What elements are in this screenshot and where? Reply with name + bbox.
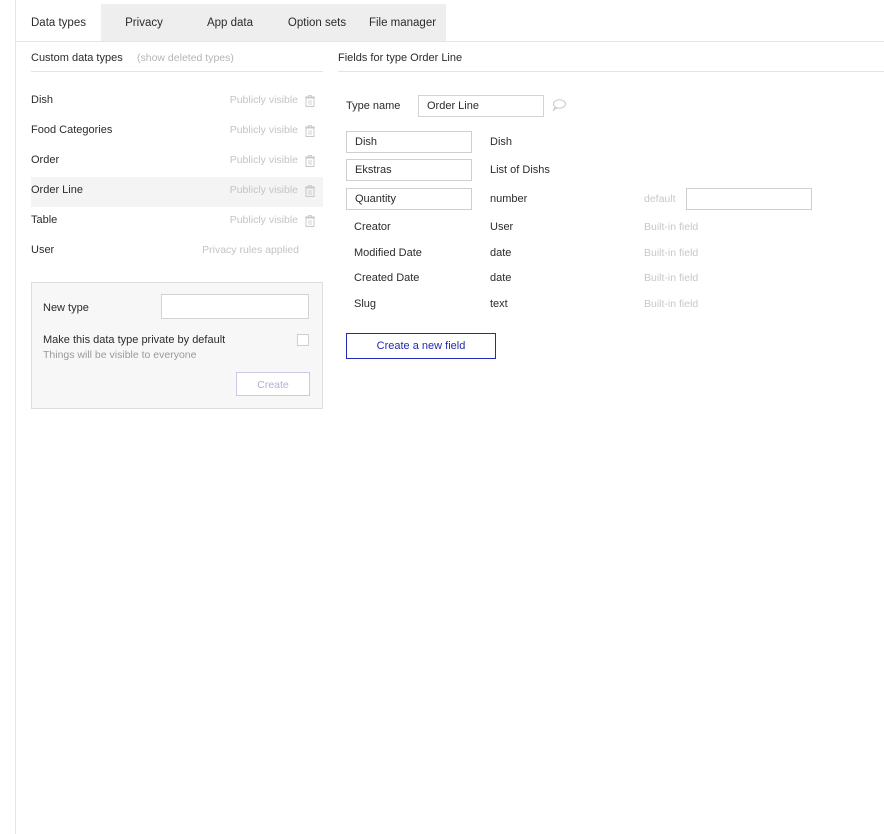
- type-row-order[interactable]: Order Publicly visible: [31, 147, 323, 177]
- field-name-input[interactable]: Ekstras: [346, 159, 472, 181]
- create-type-button[interactable]: Create: [236, 372, 310, 396]
- default-label: default: [644, 193, 676, 205]
- type-row-table[interactable]: Table Publicly visible: [31, 207, 323, 237]
- comment-icon[interactable]: [552, 99, 566, 111]
- field-name-input[interactable]: Dish: [346, 131, 472, 153]
- trash-icon[interactable]: [305, 185, 315, 197]
- type-name: Food Categories: [31, 124, 113, 136]
- private-default-label: Make this data type private by default: [43, 334, 226, 346]
- new-type-label: New type: [43, 302, 89, 314]
- type-visibility: Publicly visible: [229, 124, 298, 136]
- builtin-field-name: Slug: [354, 298, 377, 310]
- field-type[interactable]: Dish: [490, 136, 512, 148]
- builtin-field-type: text: [490, 298, 508, 310]
- right-header-divider: [338, 71, 884, 72]
- builtin-field-name: Created Date: [354, 272, 420, 284]
- private-default-checkbox[interactable]: [297, 334, 309, 346]
- builtin-field-type: date: [490, 247, 512, 259]
- trash-icon[interactable]: [305, 125, 315, 137]
- field-type[interactable]: number: [490, 193, 527, 205]
- tab-option-sets[interactable]: Option sets: [273, 4, 361, 41]
- type-row-order-line[interactable]: Order Line Publicly visible: [31, 177, 323, 207]
- custom-types-title: Custom data types: [31, 52, 123, 64]
- trash-icon[interactable]: [305, 155, 315, 167]
- type-row-food-categories[interactable]: Food Categories Publicly visible: [31, 117, 323, 147]
- type-visibility: Privacy rules applied: [202, 244, 299, 256]
- builtin-field-name: Creator: [354, 221, 391, 233]
- type-name: Order Line: [31, 184, 83, 196]
- new-type-panel: New type Make this data type private by …: [31, 282, 323, 409]
- show-deleted-link[interactable]: (show deleted types): [137, 52, 234, 64]
- tab-file-manager[interactable]: File manager: [361, 4, 444, 41]
- type-visibility: Publicly visible: [229, 184, 298, 196]
- trash-icon[interactable]: [305, 95, 315, 107]
- tabs-divider: [16, 41, 884, 42]
- create-new-field-button[interactable]: Create a new field: [346, 333, 496, 359]
- type-name-input[interactable]: Order Line: [418, 95, 544, 117]
- new-type-input[interactable]: [161, 294, 309, 319]
- type-visibility: Publicly visible: [229, 154, 298, 166]
- trash-icon[interactable]: [305, 215, 315, 227]
- field-name-input[interactable]: Quantity: [346, 188, 472, 210]
- builtin-field-note: Built-in field: [644, 221, 699, 233]
- private-default-hint: Things will be visible to everyone: [43, 349, 197, 361]
- type-visibility: Publicly visible: [229, 94, 298, 106]
- builtin-field-type: date: [490, 272, 512, 284]
- default-value-input[interactable]: [686, 188, 812, 210]
- type-name: Dish: [31, 94, 54, 106]
- type-row-dish[interactable]: Dish Publicly visible: [31, 87, 323, 117]
- type-visibility: Publicly visible: [229, 214, 298, 226]
- builtin-field-note: Built-in field: [644, 298, 699, 310]
- type-row-user[interactable]: User Privacy rules applied: [31, 237, 323, 267]
- tab-app-data[interactable]: App data: [187, 4, 273, 41]
- type-name-label: Type name: [346, 100, 401, 112]
- builtin-field-note: Built-in field: [644, 247, 699, 259]
- builtin-field-name: Modified Date: [354, 247, 422, 259]
- type-name: Table: [31, 214, 58, 226]
- left-header-divider: [31, 71, 323, 72]
- tab-privacy[interactable]: Privacy: [101, 4, 187, 41]
- left-border: [15, 0, 16, 834]
- type-name: User: [31, 244, 55, 256]
- builtin-field-note: Built-in field: [644, 272, 699, 284]
- fields-title: Fields for type Order Line: [338, 52, 463, 64]
- tab-data-types[interactable]: Data types: [16, 4, 101, 41]
- field-type[interactable]: List of Dishs: [490, 164, 550, 176]
- builtin-field-type: User: [490, 221, 514, 233]
- type-name: Order: [31, 154, 60, 166]
